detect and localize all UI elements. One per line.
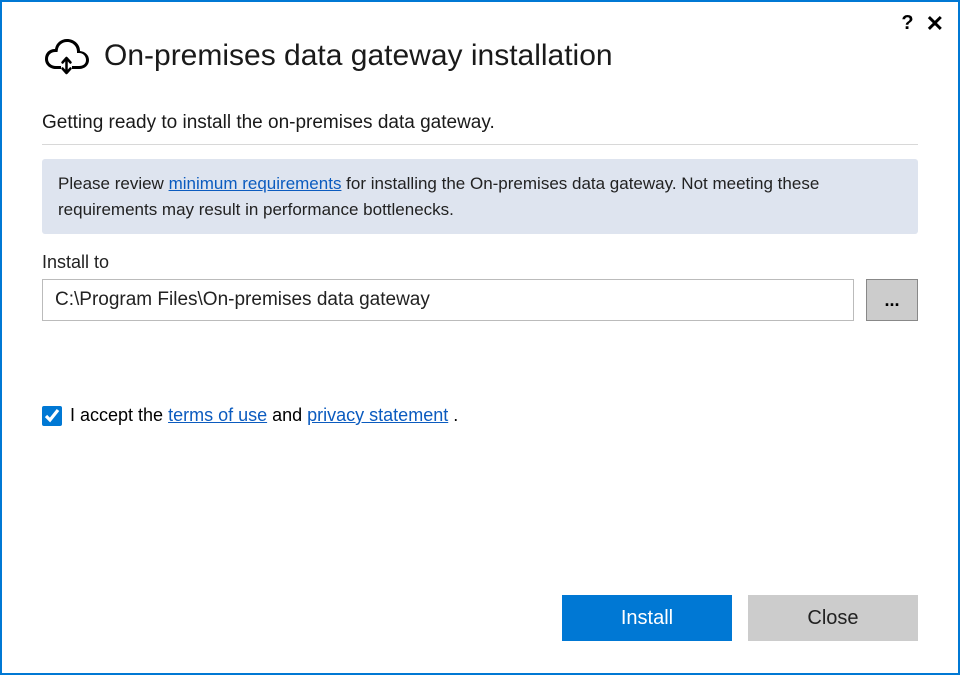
close-icon[interactable]: ✕ (926, 13, 944, 35)
footer: Install Close (2, 595, 958, 673)
install-to-label: Install to (42, 252, 918, 273)
install-path-input[interactable] (42, 279, 854, 321)
banner-text-before: Please review (58, 174, 169, 193)
titlebar-controls: ? ✕ (901, 12, 944, 35)
close-button[interactable]: Close (748, 595, 918, 641)
installer-window: ? ✕ On-premises data gateway installatio… (0, 0, 960, 675)
help-icon[interactable]: ? (901, 12, 913, 35)
terms-of-use-link[interactable]: terms of use (168, 405, 267, 425)
accept-checkbox[interactable] (42, 406, 62, 426)
install-row: ... (42, 279, 918, 321)
privacy-statement-link[interactable]: privacy statement (307, 405, 448, 425)
header: On-premises data gateway installation (2, 2, 958, 84)
accept-period: . (448, 405, 458, 425)
content-area: Getting ready to install the on-premises… (2, 84, 958, 595)
page-title: On-premises data gateway installation (104, 39, 613, 73)
accept-label: I accept the terms of use and privacy st… (70, 405, 458, 426)
minimum-requirements-link[interactable]: minimum requirements (169, 174, 342, 193)
browse-button[interactable]: ... (866, 279, 918, 321)
install-button[interactable]: Install (562, 595, 732, 641)
subtitle: Getting ready to install the on-premises… (42, 112, 918, 145)
install-section: Install to ... (42, 252, 918, 321)
requirements-banner: Please review minimum requirements for i… (42, 159, 918, 234)
cloud-gateway-icon (42, 36, 90, 76)
accept-row: I accept the terms of use and privacy st… (42, 405, 918, 426)
accept-text-before: I accept the (70, 405, 168, 425)
accept-and: and (267, 405, 307, 425)
